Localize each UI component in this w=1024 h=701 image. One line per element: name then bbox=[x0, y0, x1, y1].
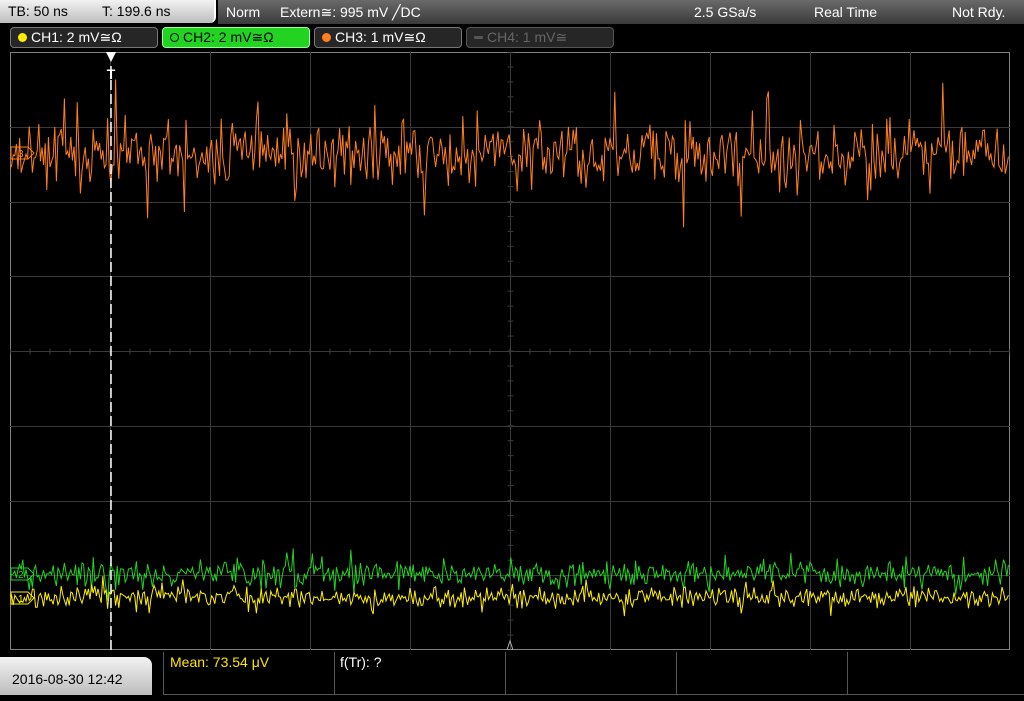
run-status: Not Rdy. bbox=[952, 4, 1006, 20]
trigger-source[interactable]: Extern≅: 995 mV ╱DC bbox=[280, 0, 421, 24]
channel-tab-ch3[interactable]: CH3: 1 mV≅Ω bbox=[314, 27, 462, 48]
channel-label: CH4: 1 mV≅ bbox=[487, 29, 568, 45]
channel-tab-ch1[interactable]: CH1: 2 mV≅Ω bbox=[10, 27, 158, 48]
channel-tab-ch2[interactable]: CH2: 2 mV≅Ω bbox=[162, 27, 310, 48]
waveform-display[interactable]: T 3 2 1 bbox=[10, 52, 1010, 650]
measurement-cell[interactable] bbox=[505, 652, 676, 695]
ch1-marker-label: 1 bbox=[18, 594, 24, 605]
trigger-mode[interactable]: Norm bbox=[226, 0, 260, 24]
measurement-cell[interactable] bbox=[676, 652, 847, 695]
measurement-cell[interactable] bbox=[847, 652, 1024, 695]
ch3-marker-label: 3 bbox=[18, 149, 24, 160]
fall-time-measurement: f(Tr): ? bbox=[340, 654, 382, 670]
measurement-bar bbox=[163, 652, 1024, 695]
acquisition-panel: Norm Extern≅: 995 mV ╱DC 2.5 GSa/s Real … bbox=[218, 0, 1024, 24]
date-time-display: 2016-08-30 12:42 bbox=[0, 657, 152, 695]
trigger-time-readout[interactable]: T: 199.6 ns bbox=[102, 0, 171, 23]
ch4-indicator-icon bbox=[474, 36, 483, 39]
channel-label: CH1: 2 mV≅Ω bbox=[31, 29, 122, 45]
acquisition-mode[interactable]: Real Time bbox=[814, 0, 877, 24]
sample-rate[interactable]: 2.5 GSa/s bbox=[694, 0, 756, 24]
timebase-readout[interactable]: TB: 50 ns bbox=[8, 0, 68, 23]
channel-tab-ch4[interactable]: CH4: 1 mV≅ bbox=[466, 27, 614, 48]
channel-label: CH2: 2 mV≅Ω bbox=[183, 29, 274, 45]
channel-label: CH3: 1 mV≅Ω bbox=[335, 29, 426, 45]
ch1-indicator-icon bbox=[18, 33, 27, 42]
trigger-marker-label: T bbox=[107, 66, 116, 82]
mean-measurement: Mean: 73.54 μV bbox=[170, 654, 270, 670]
ch2-indicator-icon bbox=[170, 33, 179, 42]
status-bar: TB: 50 ns T: 199.6 ns Norm Extern≅: 995 … bbox=[0, 0, 1024, 26]
ch2-marker-label: 2 bbox=[18, 570, 24, 581]
ch3-indicator-icon bbox=[322, 33, 331, 42]
timebase-panel[interactable]: TB: 50 ns T: 199.6 ns bbox=[0, 0, 216, 23]
